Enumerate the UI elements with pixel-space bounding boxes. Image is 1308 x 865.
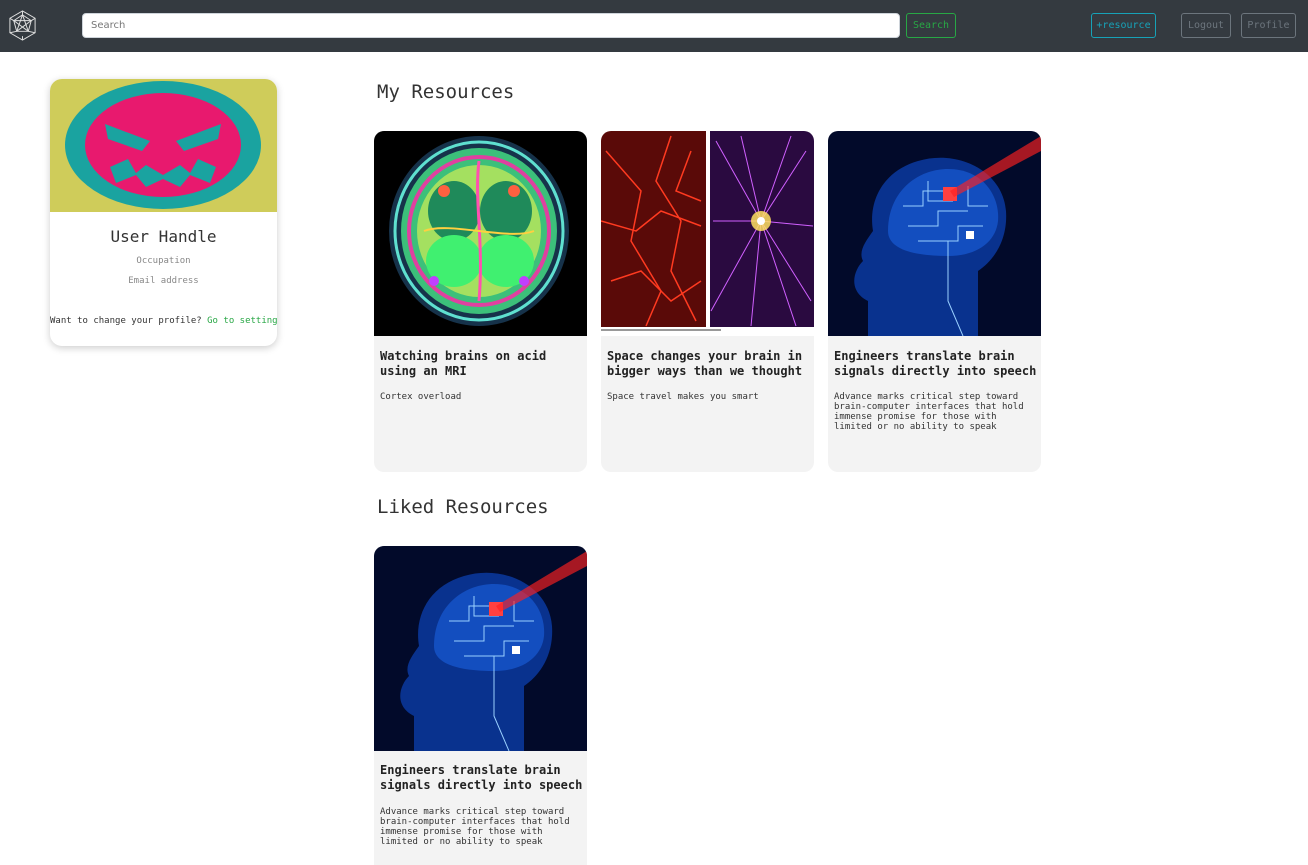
settings-prompt-text: Want to change your profile?	[50, 316, 202, 326]
navbar: Search +resource Logout Profile	[0, 0, 1308, 52]
circuit-brain-head-image	[374, 546, 587, 751]
search-button[interactable]: Search	[906, 13, 956, 38]
circuit-brain-head-image	[828, 131, 1041, 336]
resource-title: Engineers translate brain signals direct…	[380, 763, 583, 792]
resource-description: Advance marks critical step toward brain…	[380, 807, 570, 847]
search-input[interactable]	[82, 13, 900, 38]
logout-button[interactable]: Logout	[1181, 13, 1231, 38]
liked-resource-card[interactable]: Engineers translate brain signals direct…	[374, 546, 587, 865]
resource-title: Watching brains on acid using an MRI	[380, 349, 547, 378]
resource-description: Cortex overload	[380, 392, 462, 402]
resource-card[interactable]: Space changes your brain in bigger ways …	[601, 131, 814, 472]
angry-face-avatar-icon	[50, 79, 277, 212]
resource-title: Space changes your brain in bigger ways …	[607, 349, 803, 378]
settings-prompt: Want to change your profile? Go to setti…	[50, 316, 277, 326]
add-resource-button[interactable]: +resource	[1091, 13, 1156, 38]
geodesic-sphere-logo-icon[interactable]	[7, 10, 38, 41]
my-resources-title: My Resources	[377, 81, 515, 103]
resource-title: Engineers translate brain signals direct…	[834, 349, 1037, 378]
resource-description: Space travel makes you smart	[607, 392, 759, 402]
resource-card[interactable]: Watching brains on acid using an MRI Cor…	[374, 131, 587, 472]
resource-description: Advance marks critical step toward brain…	[834, 392, 1024, 432]
email-address: Email address	[128, 276, 199, 286]
neurons-vs-cosmic-web-image	[601, 131, 814, 336]
profile-card: User Handle Occupation Email address Wan…	[50, 79, 277, 346]
occupation: Occupation	[136, 256, 191, 266]
resource-card[interactable]: Engineers translate brain signals direct…	[828, 131, 1041, 472]
settings-link[interactable]: Go to settings	[207, 316, 277, 326]
user-handle: User Handle	[110, 227, 217, 246]
liked-resources-title: Liked Resources	[377, 496, 549, 518]
profile-button[interactable]: Profile	[1241, 13, 1296, 38]
mri-brain-scan-image	[374, 131, 587, 336]
